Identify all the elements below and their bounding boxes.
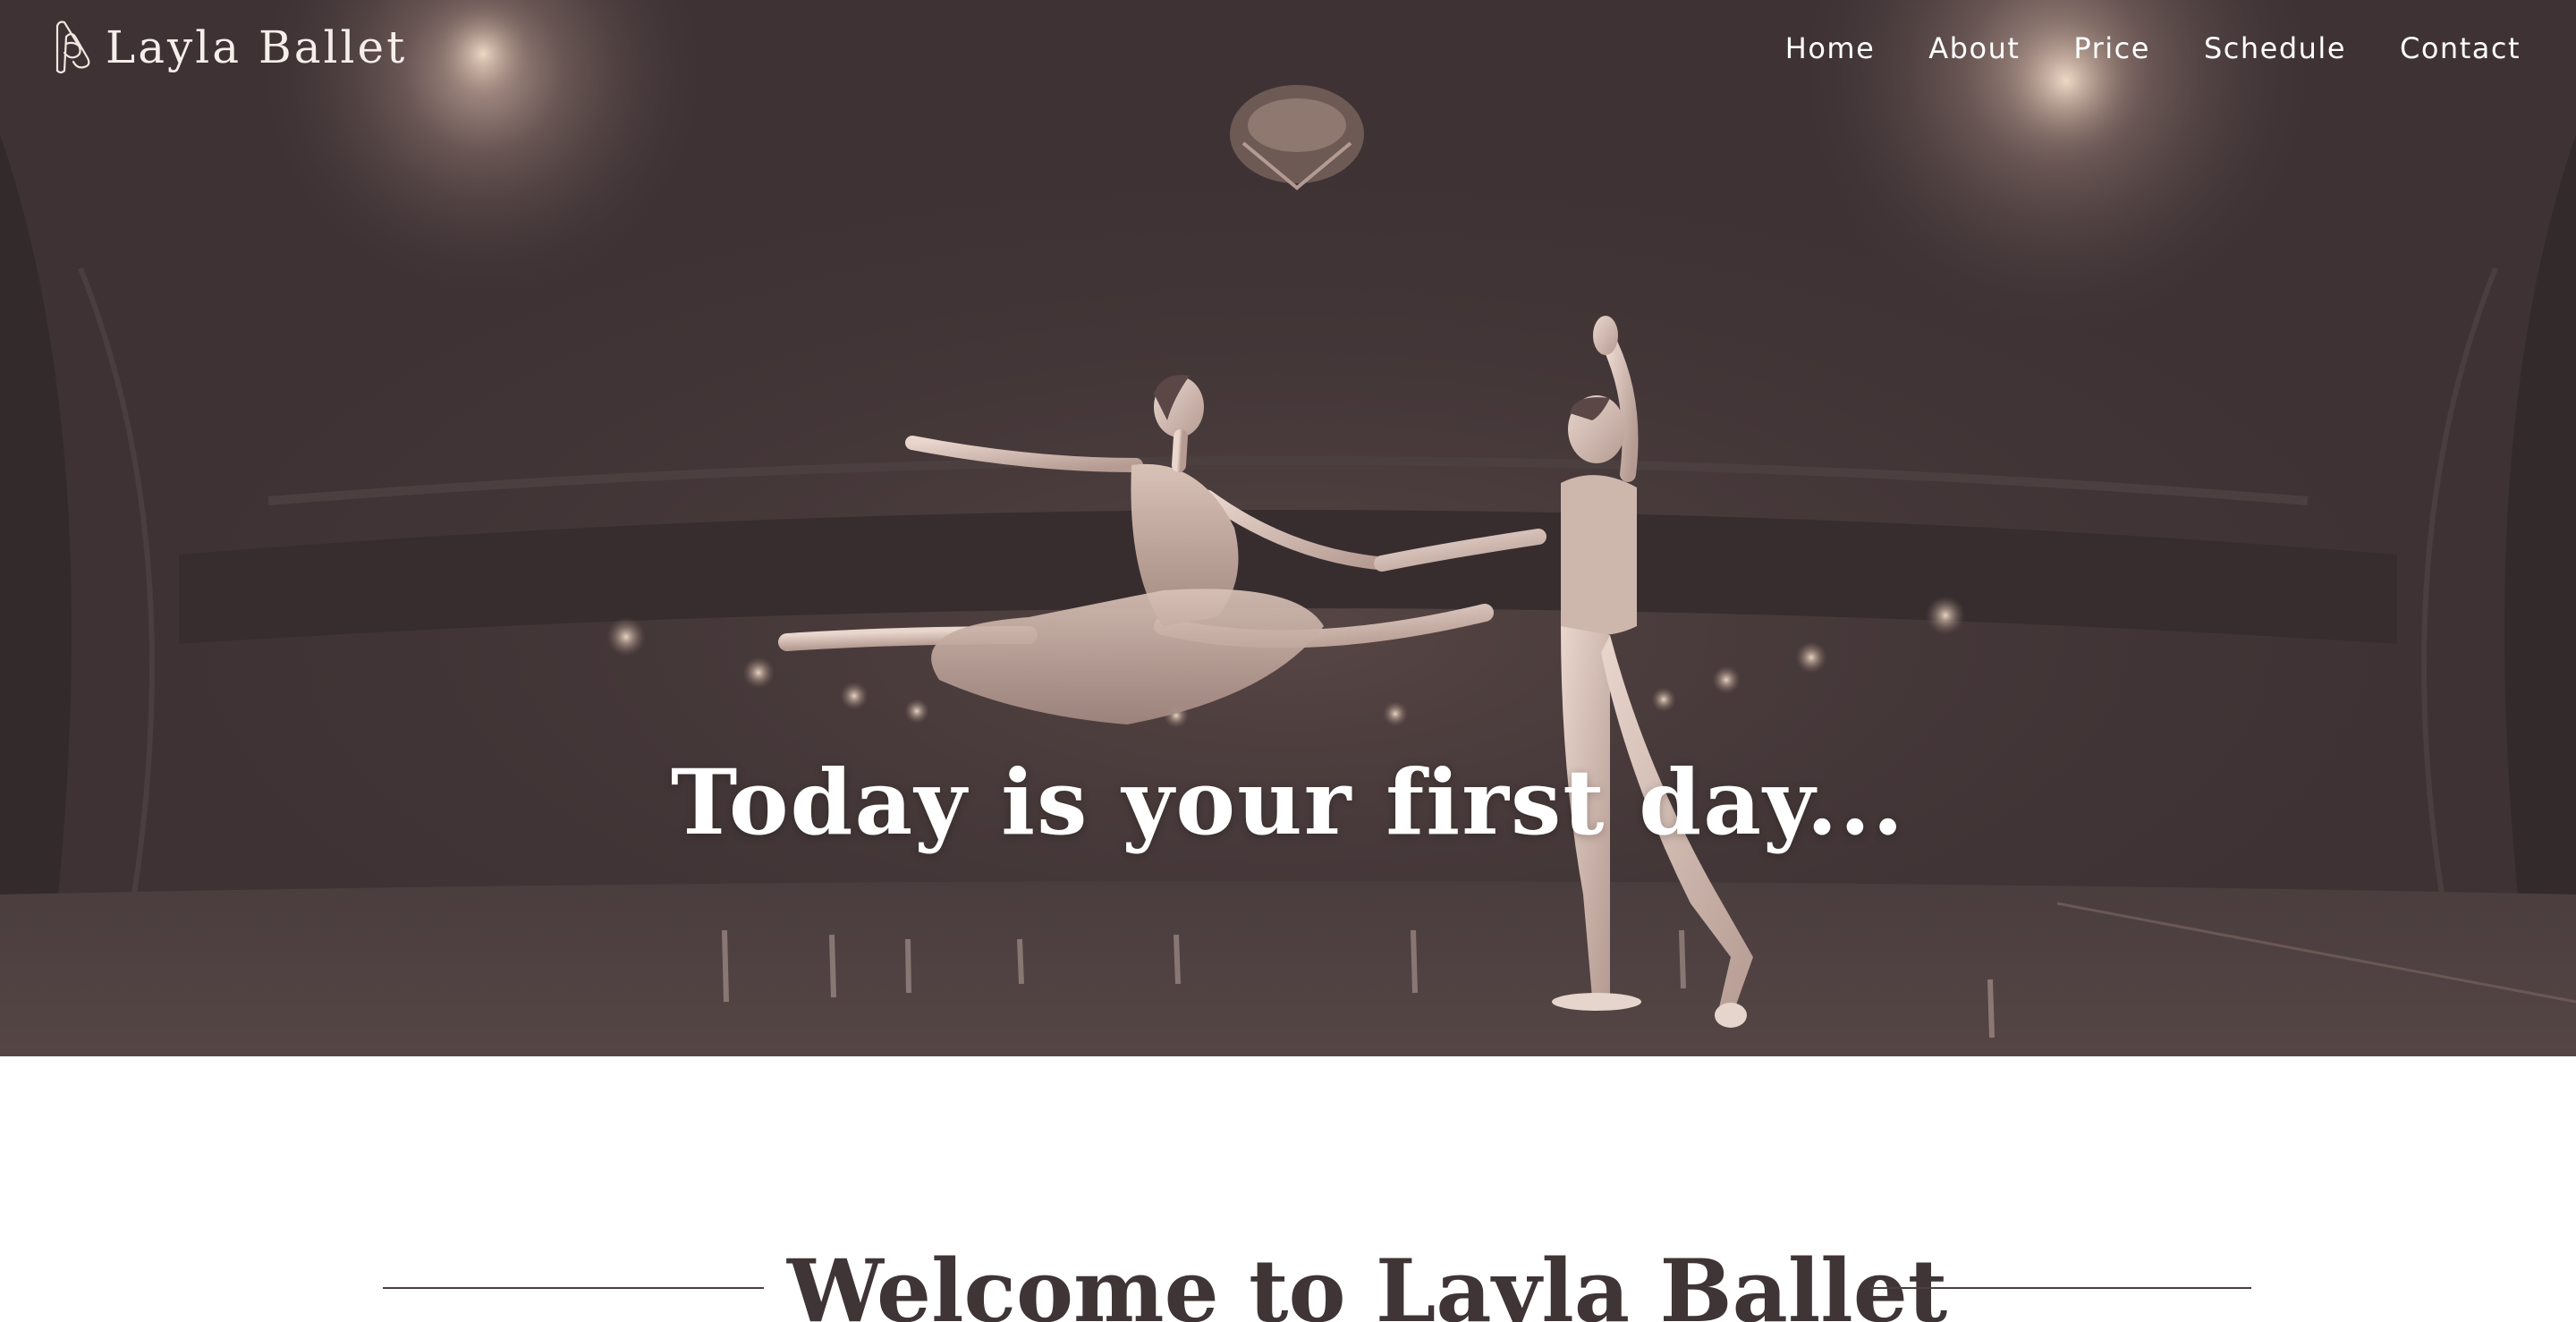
nav-link-contact[interactable]: Contact [2373, 23, 2521, 73]
title-divider-left [383, 1287, 764, 1289]
title-divider-right [1870, 1287, 2251, 1289]
brand-name: Layla Ballet [106, 21, 408, 73]
site-header: Layla Ballet Home About Price Schedule C… [0, 0, 2576, 98]
hero-stage-photo [0, 0, 2576, 1056]
welcome-section: Welcome to Layla Ballet [0, 1056, 2576, 1322]
hero-section: Layla Ballet Home About Price Schedule C… [0, 0, 2576, 1056]
logo-link[interactable]: Layla Ballet [52, 16, 407, 79]
welcome-title: Welcome to Layla Ballet [787, 1241, 1948, 1322]
hero-headline: Today is your first day... [670, 750, 1906, 855]
nav-link-price[interactable]: Price [2046, 23, 2177, 73]
nav-link-about[interactable]: About [1902, 23, 2046, 73]
page: Layla Ballet Home About Price Schedule C… [0, 0, 2576, 1322]
nav-link-schedule[interactable]: Schedule [2177, 23, 2373, 73]
main-nav: Home About Price Schedule Contact [1758, 23, 2521, 73]
ballet-shoes-icon [55, 21, 90, 74]
nav-link-home[interactable]: Home [1758, 23, 1902, 73]
